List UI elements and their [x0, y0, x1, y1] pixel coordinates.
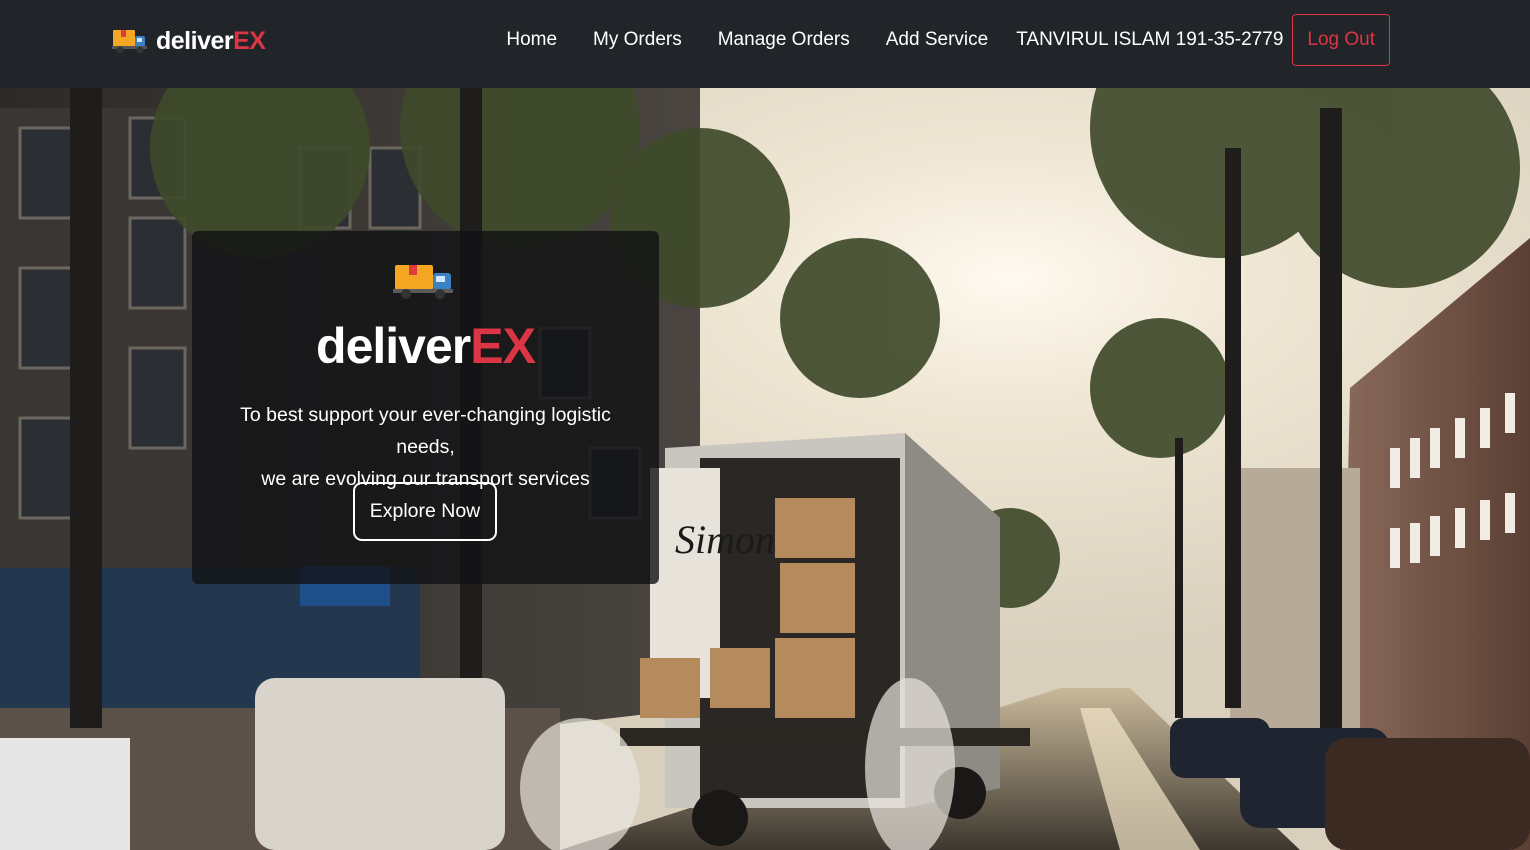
svg-text:Simon: Simon	[675, 517, 775, 562]
nav-manage-orders-link[interactable]: Manage Orders	[718, 29, 850, 51]
hero-title: deliverEX	[316, 318, 536, 374]
tagline-line-1: To best support your ever-changing logis…	[240, 404, 611, 458]
brand-link[interactable]: deliverEX	[112, 26, 266, 56]
brand-name: deliverEX	[156, 26, 266, 55]
top-navbar: deliverEX Home My Orders Manage Orders A…	[0, 0, 1530, 88]
nav-home-link[interactable]: Home	[506, 29, 557, 51]
hero-card: deliverEX To best support your ever-chan…	[192, 231, 659, 584]
nav-menu: Home My Orders Manage Orders Add Service…	[506, 14, 1390, 66]
hero-tagline: To best support your ever-changing logis…	[212, 399, 639, 495]
nav-my-orders-link[interactable]: My Orders	[593, 29, 682, 51]
nav-add-service-link[interactable]: Add Service	[886, 29, 988, 51]
user-name-id: TANVIRUL ISLAM 191-35-2779	[1016, 29, 1284, 50]
logout-button[interactable]: Log Out	[1292, 14, 1390, 66]
delivery-truck-icon	[112, 30, 147, 54]
hero-section: Simon deliverEX To best support your eve…	[0, 88, 1530, 850]
explore-now-button[interactable]: Explore Now	[353, 482, 497, 541]
delivery-truck-icon	[393, 265, 453, 299]
